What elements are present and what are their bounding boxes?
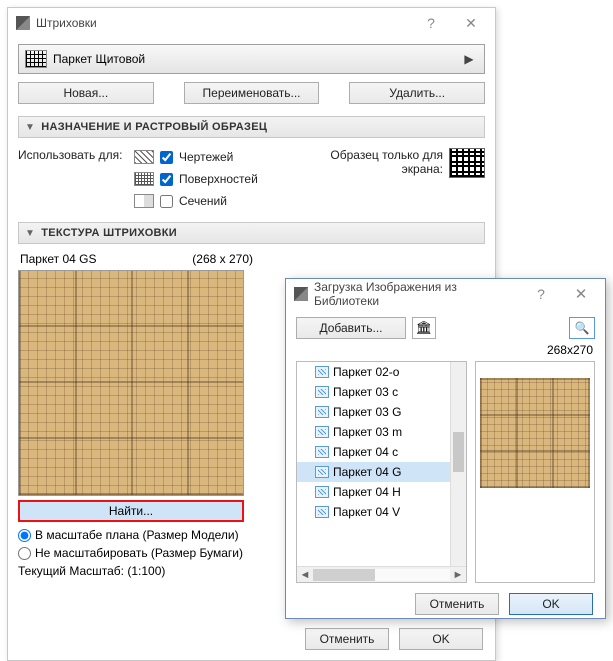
vertical-scrollbar[interactable] <box>450 362 466 566</box>
section-assignment[interactable]: ▼ НАЗНАЧЕНИЕ И РАСТРОВЫЙ ОБРАЗЕЦ <box>18 116 485 138</box>
rename-button[interactable]: Переименовать... <box>184 82 320 104</box>
disclosure-icon: ▼ <box>25 122 35 133</box>
texture-file-icon <box>315 426 329 438</box>
help-button[interactable]: ? <box>411 9 451 37</box>
texture-file-icon <box>315 386 329 398</box>
cancel-button[interactable]: Отменить <box>415 593 499 615</box>
surfaces-label: Поверхностей <box>179 172 258 186</box>
hatch-picker[interactable]: Паркет Щитовой ▶ <box>18 44 485 74</box>
section-title: НАЗНАЧЕНИЕ И РАСТРОВЫЙ ОБРАЗЕЦ <box>41 121 267 133</box>
drawings-checkbox[interactable] <box>160 151 173 164</box>
list-item[interactable]: Паркет 03 m <box>297 422 466 442</box>
scroll-left-icon[interactable]: ◄ <box>297 569 313 581</box>
scale-model-radio[interactable] <box>18 529 31 542</box>
list-item-label: Паркет 04 с <box>333 445 398 459</box>
scale-paper-radio[interactable] <box>18 547 31 560</box>
texture-dims: (268 x 270) <box>192 252 253 266</box>
surfaces-checkbox[interactable] <box>160 173 173 186</box>
texture-preview <box>18 270 244 496</box>
option-sections[interactable]: Сечений <box>134 190 295 212</box>
screen-sample-label: Образец только для экрана: <box>330 148 443 176</box>
hatch-swatch-icon <box>25 50 47 68</box>
preview-thumbnail <box>480 378 590 488</box>
surface-type-icon <box>134 172 154 186</box>
sections-checkbox[interactable] <box>160 195 173 208</box>
drawing-type-icon <box>134 150 154 164</box>
list-item[interactable]: Паркет 04 V <box>297 502 466 522</box>
option-surfaces[interactable]: Поверхностей <box>134 168 295 190</box>
use-for-label: Использовать для: <box>18 146 134 212</box>
section-texture[interactable]: ▼ ТЕКСТУРА ШТРИХОВКИ <box>18 222 485 244</box>
hatch-name: Паркет Щитовой <box>53 52 460 66</box>
help-button[interactable]: ? <box>521 280 561 308</box>
dialog-title: Штриховки <box>36 16 411 30</box>
list-item-label: Паркет 04 H <box>333 485 401 499</box>
titlebar[interactable]: Загрузка Изображения из Библиотеки ? ✕ <box>286 279 605 309</box>
list-item[interactable]: Паркет 03 с <box>297 382 466 402</box>
texture-file-icon <box>315 486 329 498</box>
view-mode-button[interactable]: 🔍 <box>569 317 595 339</box>
texture-file-icon <box>315 366 329 378</box>
list-item[interactable]: Паркет 04 с <box>297 442 466 462</box>
list-item-label: Паркет 03 G <box>333 405 401 419</box>
disclosure-icon: ▼ <box>25 228 35 239</box>
texture-file-icon <box>315 506 329 518</box>
app-icon <box>294 287 308 301</box>
option-drawings[interactable]: Чертежей <box>134 146 295 168</box>
section-title: ТЕКСТУРА ШТРИХОВКИ <box>41 227 177 239</box>
list-item[interactable]: Паркет 02-о <box>297 362 466 382</box>
section-type-icon <box>134 194 154 208</box>
ok-button[interactable]: OK <box>399 628 483 650</box>
texture-file-icon <box>315 406 329 418</box>
app-icon <box>16 16 30 30</box>
list-item-label: Паркет 03 m <box>333 425 402 439</box>
list-item[interactable]: Паркет 04 G <box>297 462 466 482</box>
preview-panel <box>475 361 595 583</box>
scale-paper-label: Не масштабировать (Размер Бумаги) <box>35 546 243 560</box>
cancel-button[interactable]: Отменить <box>305 628 389 650</box>
sections-label: Сечений <box>179 194 227 208</box>
list-item-label: Паркет 03 с <box>333 385 398 399</box>
horizontal-scrollbar[interactable]: ◄ ► <box>297 566 466 582</box>
delete-button[interactable]: Удалить... <box>349 82 485 104</box>
ok-button[interactable]: OK <box>509 593 593 615</box>
find-button[interactable]: Найти... <box>18 500 244 522</box>
list-item-label: Паркет 02-о <box>333 365 399 379</box>
new-button[interactable]: Новая... <box>18 82 154 104</box>
close-button[interactable]: ✕ <box>451 9 491 37</box>
list-item-label: Паркет 04 V <box>333 505 400 519</box>
chevron-right-icon: ▶ <box>460 52 478 66</box>
screen-sample-swatch[interactable] <box>449 148 485 178</box>
scale-model-label: В масштабе плана (Размер Модели) <box>35 528 239 542</box>
texture-name: Паркет 04 GS <box>20 252 96 266</box>
library-list[interactable]: Паркет 02-о Паркет 03 с Паркет 03 G Паркет … <box>296 361 467 583</box>
image-dims: 268x270 <box>286 343 605 361</box>
library-icon-button[interactable]: 🏛 <box>412 317 436 339</box>
add-button[interactable]: Добавить... <box>296 317 406 339</box>
drawings-label: Чертежей <box>179 150 233 164</box>
texture-file-icon <box>315 466 329 478</box>
list-item[interactable]: Паркет 04 H <box>297 482 466 502</box>
load-image-dialog: Загрузка Изображения из Библиотеки ? ✕ Д… <box>285 278 606 619</box>
dialog-title: Загрузка Изображения из Библиотеки <box>314 280 521 308</box>
texture-file-icon <box>315 446 329 458</box>
list-item[interactable]: Паркет 03 G <box>297 402 466 422</box>
scroll-right-icon[interactable]: ► <box>450 569 466 581</box>
titlebar[interactable]: Штриховки ? ✕ <box>8 8 495 38</box>
close-button[interactable]: ✕ <box>561 280 601 308</box>
list-item-label: Паркет 04 G <box>333 465 401 479</box>
